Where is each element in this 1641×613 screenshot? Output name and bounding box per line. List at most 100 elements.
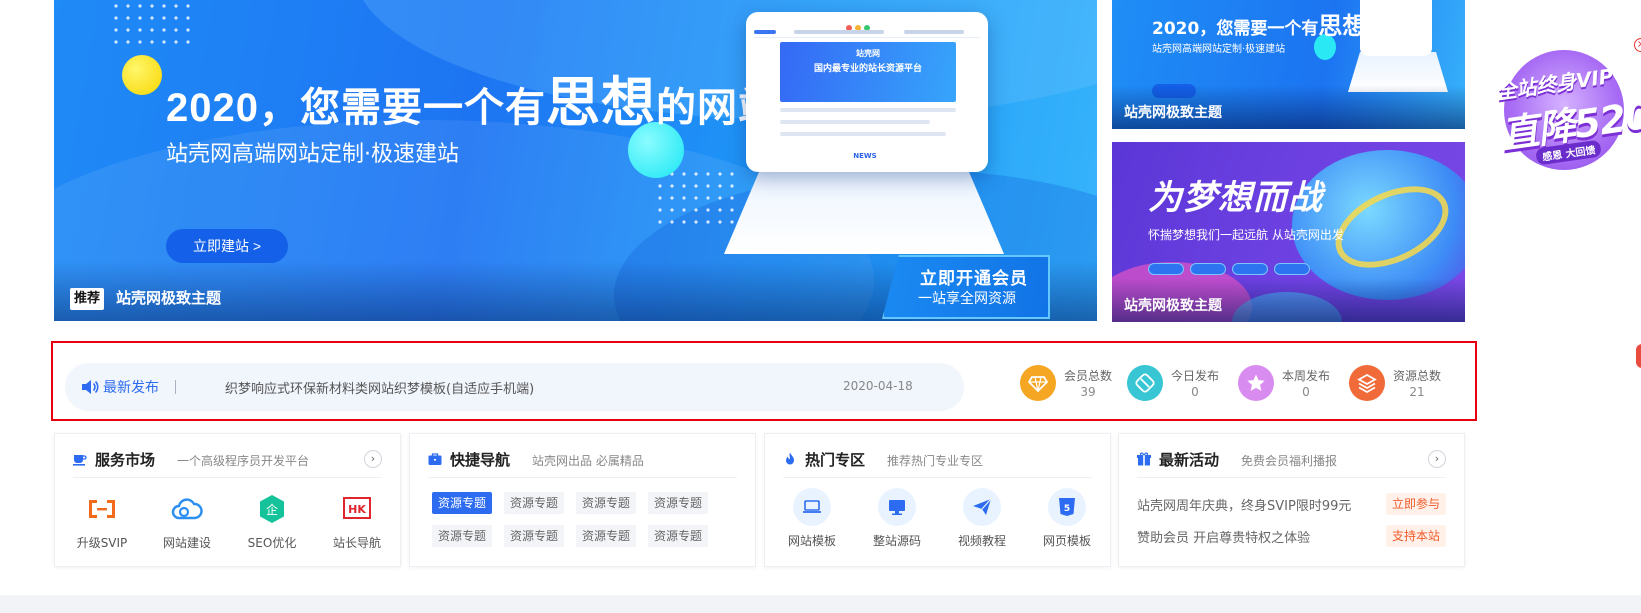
news-ticker-label: 最新发布 xyxy=(103,380,159,396)
news-ticker[interactable]: 最新发布 织梦响应式环保新材料类网站织梦模板(自适应手机端) 2020-04-1… xyxy=(65,363,964,411)
side-banner-caption[interactable]: 站壳网极致主题 xyxy=(1124,102,1222,122)
stat-today: 今日发布 0 xyxy=(1127,365,1237,405)
stat-label: 本周发布 xyxy=(1282,369,1331,383)
gift-icon xyxy=(1137,452,1151,466)
service-item-svip[interactable]: 升级SVIP xyxy=(67,494,137,551)
html5-icon: 5 xyxy=(1048,488,1086,526)
hero-banner[interactable]: 2020，您需要一个有思想的网站 站壳网高端网站定制·极速建站 立即建站 > 站… xyxy=(54,0,1097,321)
hot-item-templates[interactable]: 网站模板 xyxy=(777,488,847,549)
service-market-card: 服务市场 一个高级程序员开发平台 › 升级SVIP 网站建设 企 SEO优化 H… xyxy=(54,433,401,567)
aliyun-icon xyxy=(89,500,115,518)
topic-tag[interactable]: 资源专题 xyxy=(648,525,708,547)
chevron-right-icon[interactable]: › xyxy=(1428,450,1446,468)
card-title: 最新活动 xyxy=(1159,451,1220,469)
hk-icon: HK xyxy=(343,497,371,519)
news-ticker-link[interactable]: 织梦响应式环保新材料类网站织梦模板(自适应手机端) xyxy=(225,378,534,397)
stat-label: 资源总数 xyxy=(1393,369,1442,383)
side-banner-2[interactable]: 为梦想而战 怀揣梦想我们一起远航 从站壳网出发 站壳网极致主题 xyxy=(1112,142,1465,322)
speaker-icon xyxy=(82,380,99,394)
card-subtitle: 免费会员福利播报 xyxy=(1241,454,1338,468)
side-banner-title: 为梦想而战 xyxy=(1148,178,1323,218)
coffee-cup-icon xyxy=(73,455,87,466)
hero-caption[interactable]: 站壳网极致主题 xyxy=(116,287,221,308)
stat-value: 0 xyxy=(1302,385,1310,399)
card-subtitle: 推荐热门专业专区 xyxy=(887,454,984,468)
hot-zone-card: 热门专区 推荐热门专业专区 网站模板 整站源码 视频教程 5 网页模板 xyxy=(764,433,1111,567)
card-title: 快捷导航 xyxy=(450,451,511,469)
side-banner-caption[interactable]: 站壳网极致主题 xyxy=(1124,295,1222,315)
puzzle-icon xyxy=(1127,365,1163,401)
svg-text:HK: HK xyxy=(348,503,366,516)
card-title: 热门专区 xyxy=(805,451,866,469)
side-banner-subtitle: 怀揣梦想我们一起远航 从站壳网出发 xyxy=(1148,228,1344,242)
topic-tag[interactable]: 资源专题 xyxy=(504,492,564,514)
service-item-seo[interactable]: 企 SEO优化 xyxy=(237,494,307,551)
card-header: 热门专区 推荐热门专业专区 xyxy=(783,448,1092,478)
vip-promo-float[interactable]: 全站终身VIP 直降520 感恩 大回馈 xyxy=(1488,40,1641,170)
vip-open-subtitle: 一站享全网资源 xyxy=(918,291,1016,307)
topic-tag[interactable]: 资源专题 xyxy=(432,525,492,547)
stat-value: 21 xyxy=(1409,385,1425,399)
card-subtitle: 站壳网出品 必属精品 xyxy=(532,454,644,468)
topic-tag[interactable]: 资源专题 xyxy=(648,492,708,514)
side-float-tab[interactable] xyxy=(1636,344,1641,368)
activity-card: 最新活动 免费会员福利播报 › 站壳网周年庆典，终身SVIP限时99元 立即参与… xyxy=(1118,433,1465,567)
news-stats-strip: 最新发布 织梦响应式环保新材料类网站织梦模板(自适应手机端) 2020-04-1… xyxy=(51,341,1477,421)
topic-tag[interactable]: 资源专题 xyxy=(504,525,564,547)
service-item-navigation[interactable]: HK 站长导航 xyxy=(322,494,392,551)
mockup-banner: 站壳网 国内最专业的站长资源平台 xyxy=(780,42,956,102)
card-header: 快捷导航 站壳网出品 必属精品 xyxy=(428,448,737,478)
laptop-icon xyxy=(793,488,831,526)
side-banner-subtitle: 站壳网高端网站定制·极速建站 xyxy=(1152,44,1286,55)
news-ticker-date: 2020-04-18 xyxy=(843,379,913,393)
laptop-mockup: 站壳网 国内最专业的站长资源平台 NEWS xyxy=(746,12,988,172)
activity-text[interactable]: 站壳网周年庆典，终身SVIP限时99元 xyxy=(1137,495,1351,514)
yellow-ball-decoration xyxy=(122,55,162,95)
activity-row: 站壳网周年庆典，终身SVIP限时99元 立即参与 xyxy=(1137,492,1446,516)
star-icon xyxy=(1238,365,1274,401)
hot-item-webpages[interactable]: 5 网页模板 xyxy=(1032,488,1102,549)
flame-icon xyxy=(786,452,794,465)
cloud-icon xyxy=(171,498,203,520)
card-header: 最新活动 免费会员福利播报 › xyxy=(1137,448,1446,478)
activity-text[interactable]: 赞助会员 开启尊贵特权之体验 xyxy=(1137,527,1310,546)
side-banner-tags xyxy=(1148,260,1316,279)
dot-pattern xyxy=(654,168,738,228)
activity-row: 赞助会员 开启尊贵特权之体验 支持本站 xyxy=(1137,524,1446,548)
topic-tag[interactable]: 资源专题 xyxy=(432,492,492,514)
stat-members: 会员总数 39 xyxy=(1020,365,1130,405)
svg-text:企: 企 xyxy=(266,502,278,517)
page-footer-band xyxy=(0,595,1641,613)
stat-week: 本周发布 0 xyxy=(1238,365,1348,405)
layers-icon xyxy=(1349,365,1385,401)
hero-title: 2020，您需要一个有思想的网站 xyxy=(166,73,779,133)
topic-tag[interactable]: 资源专题 xyxy=(576,525,636,547)
hot-item-source[interactable]: 整站源码 xyxy=(862,488,932,549)
hero-subtitle: 站壳网高端网站定制·极速建站 xyxy=(166,142,459,167)
join-button[interactable]: 立即参与 xyxy=(1385,493,1446,515)
card-header: 服务市场 一个高级程序员开发平台 › xyxy=(73,448,382,478)
side-banner-title: 2020，您需要一个有思想的网站 xyxy=(1152,12,1418,40)
divider xyxy=(175,380,176,394)
card-title: 服务市场 xyxy=(95,451,156,469)
stat-value: 0 xyxy=(1191,385,1199,399)
support-button[interactable]: 支持本站 xyxy=(1385,525,1446,547)
seo-badge-icon: 企 xyxy=(260,495,284,523)
stat-value: 39 xyxy=(1080,385,1096,399)
stat-label: 今日发布 xyxy=(1171,369,1220,383)
briefcase-icon xyxy=(428,453,442,465)
promo-close-icon[interactable]: × xyxy=(1634,38,1641,52)
dot-pattern xyxy=(110,0,194,48)
service-item-website[interactable]: 网站建设 xyxy=(152,494,222,551)
svg-text:5: 5 xyxy=(1064,504,1070,514)
build-site-button[interactable]: 立即建站 > xyxy=(166,229,288,263)
chevron-right-icon[interactable]: › xyxy=(364,450,382,468)
laptop-base xyxy=(724,162,1004,254)
recommend-badge: 推荐 xyxy=(70,288,105,310)
vip-open-title[interactable]: 立即开通会员 xyxy=(920,264,1028,289)
hot-item-video[interactable]: 视频教程 xyxy=(947,488,1017,549)
quick-nav-card: 快捷导航 站壳网出品 必属精品 资源专题 资源专题 资源专题 资源专题 资源专题… xyxy=(409,433,756,567)
side-banner-1[interactable]: 2020，您需要一个有思想的网站 站壳网高端网站定制·极速建站 站壳网极致主题 xyxy=(1112,0,1465,129)
topic-tag[interactable]: 资源专题 xyxy=(576,492,636,514)
card-subtitle: 一个高级程序员开发平台 xyxy=(177,454,310,468)
